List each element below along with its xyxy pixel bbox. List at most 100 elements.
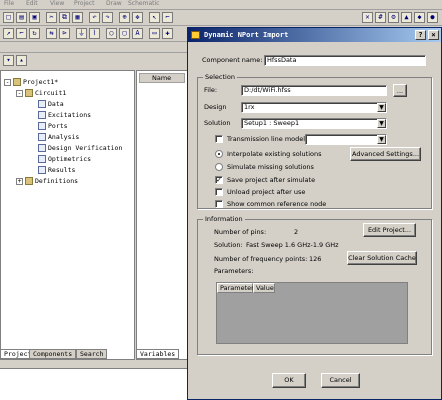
- tool-icon-3[interactable]: ◆: [414, 12, 425, 23]
- clear-solution-cache-button[interactable]: Clear Solution Cache: [347, 251, 417, 265]
- file-path-field[interactable]: D:/dt/WiFi.hfss: [241, 85, 387, 96]
- browse-button[interactable]: ...: [393, 84, 407, 97]
- cancel-button[interactable]: Cancel: [321, 373, 360, 388]
- transmission-line-select[interactable]: ▼: [305, 134, 387, 145]
- expand-icon[interactable]: +: [16, 177, 23, 185]
- menu-bar: File Edit View Project Draw Schematic: [0, 0, 442, 10]
- wire-icon[interactable]: ⌐: [162, 12, 173, 23]
- grid-icon[interactable]: #: [375, 12, 386, 23]
- undo-icon[interactable]: ↶: [89, 12, 100, 23]
- port-icon[interactable]: ⊳: [59, 28, 70, 39]
- design-select[interactable]: 1rx ▼: [241, 102, 387, 113]
- column-header-name[interactable]: Name: [139, 73, 185, 83]
- redo-icon[interactable]: ↷: [102, 12, 113, 23]
- component-icon[interactable]: ▭: [149, 28, 160, 39]
- column-header-value[interactable]: Value: [253, 283, 275, 293]
- rect-icon[interactable]: ▢: [119, 28, 130, 39]
- open-icon[interactable]: ▤: [16, 12, 27, 23]
- tree-item-circuit[interactable]: - Circuit1: [16, 88, 66, 98]
- interpolate-label: Interpolate existing solutions: [227, 150, 322, 158]
- properties-pane: Name: [136, 70, 188, 360]
- edit-project-button[interactable]: Edit Project...: [363, 223, 416, 237]
- marker-icon[interactable]: ✚: [162, 28, 173, 39]
- tool-icon-4[interactable]: ●: [427, 12, 438, 23]
- resistor-icon[interactable]: ⌇: [89, 28, 100, 39]
- pan-icon[interactable]: ✥: [132, 12, 143, 23]
- show-reference-checkbox[interactable]: [215, 200, 223, 208]
- toolbar-1: □ ▤ ▣ ✂ ⧉ ▦ ↶ ↷ ⊕ ✥ ↖ ⌐ ✕ # ⚙ ▲ ◆ ●: [0, 10, 442, 26]
- file-label: File:: [204, 86, 218, 94]
- zoom-icon[interactable]: ⊕: [119, 12, 130, 23]
- tree-item-ports[interactable]: Ports: [38, 121, 68, 131]
- simulate-missing-radio[interactable]: [215, 163, 223, 171]
- text-icon[interactable]: A: [132, 28, 143, 39]
- ground-icon[interactable]: ⏚: [76, 28, 87, 39]
- tree-item-definitions[interactable]: + Definitions: [16, 176, 78, 186]
- tree-item-excitations[interactable]: Excitations: [38, 110, 91, 120]
- expand-icon[interactable]: ▾: [3, 55, 14, 66]
- solution-select[interactable]: Setup1 : Sweep1 ▼: [241, 118, 387, 129]
- menu-view[interactable]: View: [50, 0, 64, 7]
- tree-item-analysis[interactable]: Analysis: [38, 132, 79, 142]
- copy-icon[interactable]: ⧉: [59, 12, 70, 23]
- parameters-label: Parameters:: [214, 267, 254, 275]
- tool-icon-2[interactable]: ▲: [401, 12, 412, 23]
- cut-icon[interactable]: ✂: [46, 12, 57, 23]
- transmission-line-checkbox[interactable]: [215, 135, 223, 143]
- component-name-label: Component name:: [202, 56, 263, 64]
- mirror-icon[interactable]: ⇆: [46, 28, 57, 39]
- menu-project[interactable]: Project: [74, 0, 95, 7]
- tab-variables[interactable]: Variables: [136, 349, 180, 359]
- tree-item-design-verification[interactable]: Design Verification: [38, 143, 122, 153]
- chevron-down-icon[interactable]: ▼: [377, 135, 386, 144]
- pointer-icon[interactable]: ↗: [3, 28, 14, 39]
- collapse-icon[interactable]: -: [4, 78, 11, 86]
- parameters-table[interactable]: Parameter Value: [216, 282, 408, 344]
- tree-item-data[interactable]: Data: [38, 99, 64, 109]
- unload-checkbox[interactable]: [215, 188, 223, 196]
- tab-search[interactable]: Search: [76, 349, 108, 359]
- close-icon[interactable]: ×: [428, 30, 439, 40]
- menu-schematic[interactable]: Schematic: [128, 0, 159, 7]
- circuit-icon: [25, 89, 33, 97]
- tree-item-results[interactable]: Results: [38, 165, 75, 175]
- chevron-down-icon[interactable]: ▼: [377, 119, 386, 128]
- folder-icon: [25, 177, 33, 185]
- chevron-down-icon[interactable]: ▼: [377, 103, 386, 112]
- simulate-missing-label: Simulate missing solutions: [227, 163, 314, 171]
- circle-icon[interactable]: ○: [106, 28, 117, 39]
- collapse-icon[interactable]: ▴: [16, 55, 27, 66]
- advanced-settings-button[interactable]: Advanced Settings...: [350, 147, 421, 161]
- close-x-icon[interactable]: ✕: [362, 12, 373, 23]
- solution-info-label: Solution:: [214, 241, 243, 249]
- menu-draw[interactable]: Draw: [106, 0, 122, 7]
- project-tree-pane: - Project1* - Circuit1 Data Excitations Po…: [0, 70, 135, 360]
- project-toolbar: ▾ ▴: [0, 53, 135, 69]
- ports-icon: [38, 122, 46, 130]
- tool-icon[interactable]: ⚙: [388, 12, 399, 23]
- tree-item-project[interactable]: - Project1*: [4, 77, 58, 87]
- selection-group-title: Selection: [203, 72, 237, 82]
- select-icon[interactable]: ↖: [149, 12, 160, 23]
- new-icon[interactable]: □: [3, 12, 14, 23]
- paste-icon[interactable]: ▦: [72, 12, 83, 23]
- interpolate-radio[interactable]: [215, 150, 223, 158]
- ok-button[interactable]: OK: [272, 373, 306, 388]
- collapse-icon[interactable]: -: [16, 89, 23, 97]
- menu-edit[interactable]: Edit: [26, 0, 38, 7]
- tree-item-optimetrics[interactable]: Optimetrics: [38, 154, 91, 164]
- line-icon[interactable]: ⌐: [16, 28, 27, 39]
- component-name-field[interactable]: HfssData: [264, 55, 426, 66]
- save-icon[interactable]: ▣: [29, 12, 40, 23]
- dialog-titlebar[interactable]: Dynamic NPort Import ? ×: [188, 28, 441, 42]
- menu-file[interactable]: File: [4, 0, 14, 7]
- rotate-icon[interactable]: ↻: [29, 28, 40, 39]
- column-header-parameter[interactable]: Parameter: [217, 283, 254, 293]
- save-after-checkbox[interactable]: ✓: [215, 176, 223, 184]
- num-pins-label: Number of pins:: [214, 228, 267, 236]
- num-freq-value: 126: [309, 255, 322, 263]
- help-button[interactable]: ?: [415, 30, 426, 40]
- analysis-icon: [38, 133, 46, 141]
- tab-components[interactable]: Components: [29, 349, 77, 359]
- data-icon: [38, 100, 46, 108]
